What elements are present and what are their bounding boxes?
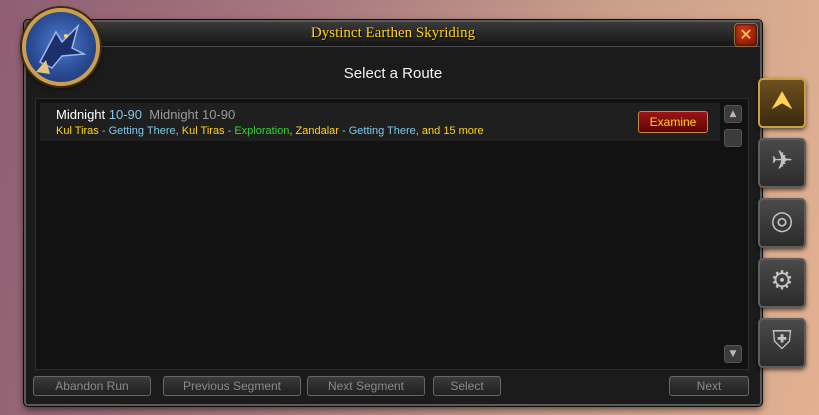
gear-icon: ⚙ [770, 266, 794, 296]
side-tab-compass[interactable]: ◎ [758, 198, 806, 248]
select-button[interactable]: Select [433, 376, 501, 396]
route-name: Midnight 10-90 Midnight 10-90 [56, 107, 235, 122]
route-alt-name: Midnight 10-90 [149, 107, 236, 122]
window-title: Dystinct Earthen Skyriding [310, 25, 476, 41]
next-button[interactable]: Next [669, 376, 749, 396]
next-segment-button[interactable]: Next Segment [307, 376, 425, 396]
list-item[interactable]: Midnight 10-90 Midnight 10-90 Kul Tiras … [40, 103, 720, 141]
chevron-up-arrow-icon: ⮝ [770, 86, 794, 116]
route-level: 10-90 [108, 107, 143, 122]
route-zones: Kul Tiras - Getting There, Kul Tiras - E… [56, 125, 484, 137]
zone-separator: - [338, 125, 349, 137]
action-bar: Abandon Run Previous Segment Next Segmen… [33, 376, 753, 398]
compass-icon: ◎ [770, 206, 794, 236]
map-scroll-icon: ✈ [771, 146, 793, 176]
zone-name: Kul Tiras [56, 125, 99, 137]
scroll-down-icon[interactable]: ▼ [724, 345, 742, 363]
zone-more: and 15 more [421, 125, 484, 137]
previous-segment-button[interactable]: Previous Segment [163, 376, 301, 396]
page-subtitle: Select a Route [343, 65, 443, 82]
side-tab-armor[interactable]: ⛨ [758, 318, 806, 368]
examine-button[interactable]: Examine [638, 111, 708, 133]
zone-name: Zandalar [295, 125, 339, 137]
zone-separator: - [224, 125, 235, 137]
armor-icon: ⛨ [772, 326, 792, 356]
scroll-up-icon[interactable]: ▲ [724, 105, 742, 123]
route-list: Midnight 10-90 Midnight 10-90 Kul Tiras … [35, 98, 749, 370]
side-tab-route[interactable]: ⮝ [758, 78, 806, 128]
blue-dragon-portrait-icon [22, 8, 100, 86]
zone-activity: Getting There [348, 125, 416, 137]
route-title: Midnight [56, 107, 106, 122]
skyriding-window: Dystinct Earthen Skyriding ✕ Select a Ro… [24, 20, 762, 406]
close-button[interactable]: ✕ [734, 23, 758, 47]
zone-activity: Getting There [108, 125, 176, 137]
side-tab-settings[interactable]: ⚙ [758, 258, 806, 308]
title-bar[interactable]: Dystinct Earthen Skyriding ✕ [26, 22, 760, 47]
scrollbar-thumb[interactable] [724, 129, 742, 147]
zone-activity: Exploration [234, 125, 290, 137]
zone-name: Kul Tiras [181, 125, 225, 137]
side-tab-map[interactable]: ✈ [758, 138, 806, 188]
abandon-run-button[interactable]: Abandon Run [33, 376, 151, 396]
zone-separator: - [98, 125, 109, 137]
